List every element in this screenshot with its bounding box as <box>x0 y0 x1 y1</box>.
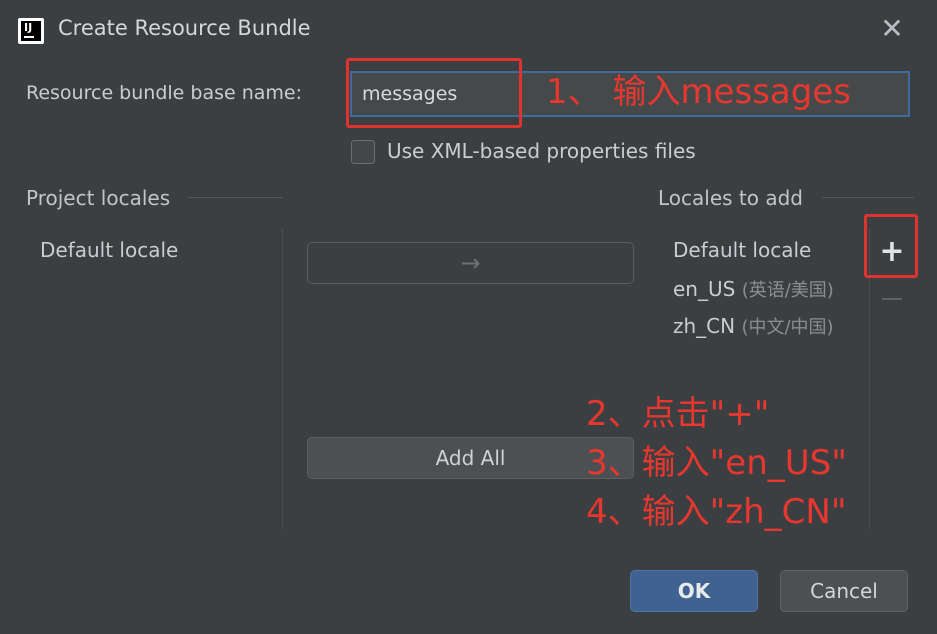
close-icon[interactable]: ✕ <box>880 14 904 44</box>
locale-hint: (中文/中国) <box>741 317 834 338</box>
project-locale-item[interactable]: Default locale <box>40 238 178 262</box>
locale-code: zh_CN <box>673 314 736 338</box>
ok-button[interactable]: OK <box>630 570 758 612</box>
locales-to-add-title: Locales to add <box>658 186 803 210</box>
intellij-app-icon: IJ <box>18 18 44 44</box>
title-bar: IJ Create Resource Bundle ✕ <box>0 0 937 60</box>
xml-properties-checkbox[interactable] <box>351 140 375 164</box>
annotation-step-2: 2、点击"+" <box>586 394 770 434</box>
locale-item-en-us[interactable]: en_US (英语/美国) <box>673 276 834 302</box>
project-locales-separator <box>188 197 283 198</box>
annotation-step-4: 4、输入"zh_CN" <box>586 492 847 532</box>
locale-item-zh-cn[interactable]: zh_CN (中文/中国) <box>673 313 834 339</box>
move-locale-button[interactable]: → <box>307 242 634 284</box>
cancel-button[interactable]: Cancel <box>780 570 908 612</box>
base-name-label: Resource bundle base name: <box>26 82 303 104</box>
create-resource-bundle-dialog: IJ Create Resource Bundle ✕ Resource bun… <box>0 0 937 634</box>
locale-hint: (英语/美国) <box>741 280 834 301</box>
project-locales-title: Project locales <box>26 186 171 210</box>
annotation-highlight-add <box>864 214 918 278</box>
locale-code: en_US <box>673 277 736 301</box>
locale-code: Default locale <box>673 238 812 262</box>
remove-locale-icon[interactable] <box>882 298 902 300</box>
annotation-step-1: 1、 输入messages <box>546 72 851 112</box>
project-locales-divider <box>282 228 283 530</box>
locale-item-default[interactable]: Default locale <box>673 238 811 262</box>
annotation-step-3: 3、输入"en_US" <box>586 443 847 483</box>
dialog-title: Create Resource Bundle <box>58 16 311 40</box>
annotation-highlight-base-name <box>346 58 522 128</box>
add-all-button[interactable]: Add All <box>307 437 634 479</box>
locales-to-add-separator <box>822 197 914 198</box>
xml-properties-label[interactable]: Use XML-based properties files <box>387 139 696 163</box>
